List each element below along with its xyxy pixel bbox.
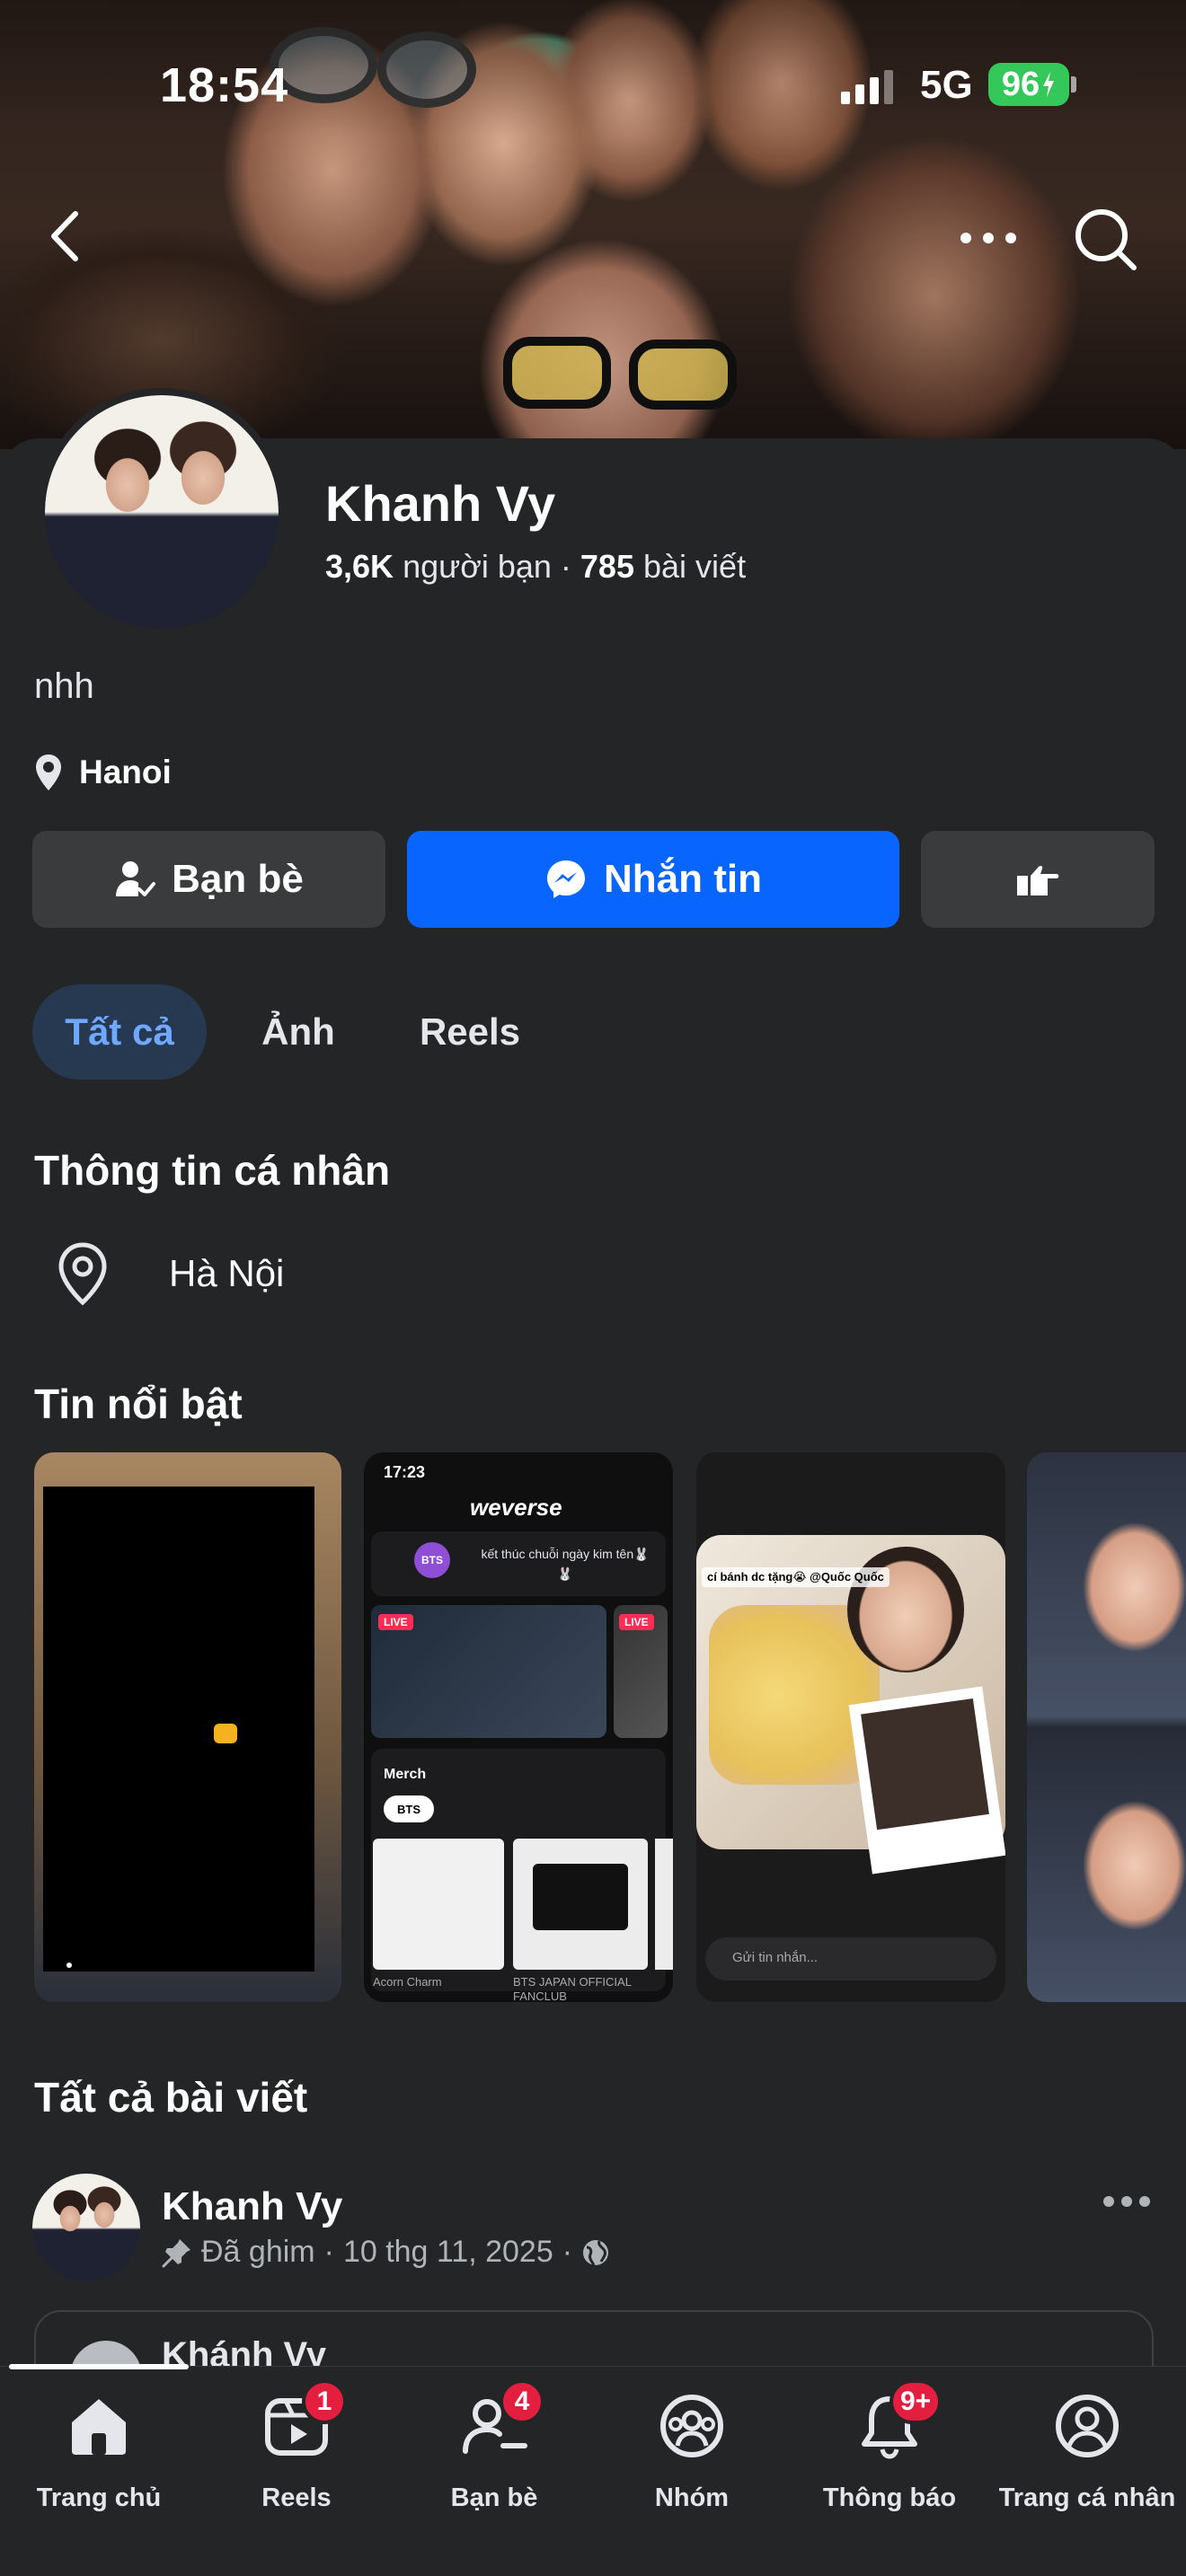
signal-icon bbox=[841, 70, 893, 104]
tabbar-friends[interactable]: 4 Bạn bè bbox=[395, 2379, 593, 2525]
merch-caption: Acorn Charm bbox=[373, 1975, 442, 1989]
post-author-name[interactable]: Khanh Vy bbox=[162, 2184, 342, 2229]
profile-icon bbox=[1056, 2395, 1119, 2457]
profile-avatar[interactable] bbox=[38, 388, 286, 636]
emoji-sticker bbox=[214, 1724, 237, 1743]
friends-button-label: Bạn bè bbox=[172, 857, 304, 901]
posts-label: bài viết bbox=[643, 548, 747, 585]
poke-button[interactable] bbox=[921, 831, 1155, 928]
about-location-row: Hà Nội bbox=[54, 1241, 284, 1306]
status-bar: 18:54 5G 96 bbox=[0, 0, 1186, 171]
weverse-logo: weverse bbox=[470, 1494, 562, 1521]
status-time: 18:54 bbox=[160, 58, 289, 112]
tabbar-home[interactable]: Trang chủ bbox=[0, 2390, 198, 2525]
post-more-button[interactable] bbox=[1102, 2188, 1152, 2215]
battery-icon: 96 bbox=[988, 63, 1069, 106]
back-button[interactable] bbox=[43, 205, 88, 268]
meta-separator: · bbox=[562, 2235, 573, 2269]
merch-caption: BTS JAPAN OFFICIAL FANCLUB bbox=[513, 1975, 632, 2002]
separator-dot: · bbox=[560, 548, 580, 585]
story-status-time: 17:23 bbox=[384, 1463, 426, 1481]
highlight-story[interactable]: 17:23 weverse BTS kết thúc chuỗi ngày ki… bbox=[364, 1452, 673, 2002]
chevron-left-icon bbox=[51, 211, 78, 261]
tabbar-profile[interactable]: Trang cá nhân bbox=[988, 2390, 1186, 2525]
polaroid-photo bbox=[848, 1686, 1005, 1875]
bts-avatar: BTS bbox=[414, 1542, 450, 1578]
merch-filter-pill: BTS bbox=[384, 1795, 434, 1822]
profile-bio: nhh bbox=[34, 666, 94, 706]
merch-item bbox=[513, 1839, 648, 1970]
highlight-story[interactable]: cí bánh dc tặng😭 @Quốc Quốc Gửi tin nhắn… bbox=[696, 1452, 1005, 2002]
meta-separator: · bbox=[323, 2235, 334, 2269]
tab-reels[interactable]: Reels bbox=[403, 984, 537, 1080]
more-button[interactable] bbox=[957, 220, 1020, 256]
story-reply-bar: Gửi tin nhắn... bbox=[705, 1937, 996, 1981]
live-badge: LIVE bbox=[378, 1614, 413, 1630]
battery-level: 96 bbox=[1001, 65, 1040, 103]
about-title: Thông tin cá nhân bbox=[34, 1147, 391, 1194]
live-badge: LIVE bbox=[619, 1614, 654, 1630]
groups-icon bbox=[660, 2395, 723, 2457]
friend-check-icon bbox=[116, 861, 156, 896]
profile-stats[interactable]: 3,6K người bạn · 785 bài viết bbox=[325, 548, 746, 586]
tab-photos[interactable]: Ảnh bbox=[244, 984, 352, 1080]
friends-count: 3,6K bbox=[325, 548, 394, 585]
notification-badge: 1 bbox=[302, 2379, 347, 2424]
friends-label: người bạn bbox=[403, 548, 552, 585]
selfie-photo bbox=[847, 1547, 964, 1672]
network-type: 5G bbox=[920, 63, 973, 107]
poke-hand-icon bbox=[1017, 865, 1059, 895]
tabbar-label: Thông báo bbox=[822, 2483, 957, 2512]
message-button-label: Nhắn tin bbox=[604, 857, 762, 901]
globe-icon bbox=[583, 2239, 609, 2266]
bottom-tab-bar: Trang chủ 1 Reels 4 Bạn bè Nhóm 9+ Thông… bbox=[0, 2366, 1186, 2576]
home-icon bbox=[72, 2399, 126, 2455]
highlight-story[interactable] bbox=[1027, 1452, 1186, 2002]
notification-badge: 4 bbox=[500, 2379, 544, 2424]
more-horizontal-icon bbox=[1103, 2196, 1150, 2207]
story-row-text: kết thúc chuỗi ngày kim tên🐰🐰 bbox=[481, 1547, 650, 1581]
tabbar-label: Nhóm bbox=[654, 2483, 730, 2512]
merch-item bbox=[373, 1839, 504, 1970]
notification-badge: 9+ bbox=[890, 2379, 943, 2424]
posts-count: 785 bbox=[580, 548, 634, 585]
location-pin-icon bbox=[36, 754, 61, 790]
reply-placeholder: Gửi tin nhắn... bbox=[732, 1950, 819, 1965]
search-icon bbox=[1075, 209, 1137, 270]
story-caption: cí bánh dc tặng😭 @Quốc Quốc bbox=[702, 1567, 890, 1587]
tabbar-label: Reels bbox=[261, 2483, 332, 2512]
tab-all[interactable]: Tất cả bbox=[32, 984, 207, 1080]
highlight-story[interactable] bbox=[34, 1452, 341, 2002]
tabbar-notifications[interactable]: 9+ Thông báo bbox=[791, 2379, 988, 2525]
messenger-icon bbox=[547, 860, 585, 898]
tabbar-label: Trang chủ bbox=[36, 2483, 162, 2512]
message-button[interactable]: Nhắn tin bbox=[407, 831, 899, 928]
more-horizontal-icon bbox=[960, 233, 1016, 243]
highlights-title: Tin nổi bật bbox=[34, 1381, 243, 1427]
location-text: Hanoi bbox=[79, 754, 172, 790]
tabbar-label: Bạn bè bbox=[450, 2483, 538, 2512]
home-indicator bbox=[9, 2364, 189, 2369]
tabbar-groups[interactable]: Nhóm bbox=[593, 2390, 791, 2525]
about-location-text: Hà Nội bbox=[169, 1252, 285, 1294]
tabbar-reels[interactable]: 1 Reels bbox=[198, 2379, 395, 2525]
post-date: 10 thg 11, 2025 bbox=[342, 2235, 553, 2269]
pinned-label: Đã ghim bbox=[201, 2235, 315, 2269]
posts-title: Tất cả bài viết bbox=[34, 2074, 308, 2121]
post-author-avatar[interactable] bbox=[32, 2174, 140, 2281]
location-pin-icon bbox=[58, 1242, 107, 1306]
profile-name: Khanh Vy bbox=[325, 475, 556, 532]
profile-location: Hanoi bbox=[34, 753, 172, 792]
tabbar-label: Trang cá nhân bbox=[998, 2483, 1176, 2512]
merch-title: Merch bbox=[384, 1767, 427, 1782]
friends-button[interactable]: Bạn bè bbox=[32, 831, 385, 928]
post-meta: Đã ghim · 10 thg 11, 2025 · bbox=[162, 2235, 610, 2270]
pin-icon bbox=[162, 2238, 190, 2267]
search-button[interactable] bbox=[1071, 205, 1139, 273]
